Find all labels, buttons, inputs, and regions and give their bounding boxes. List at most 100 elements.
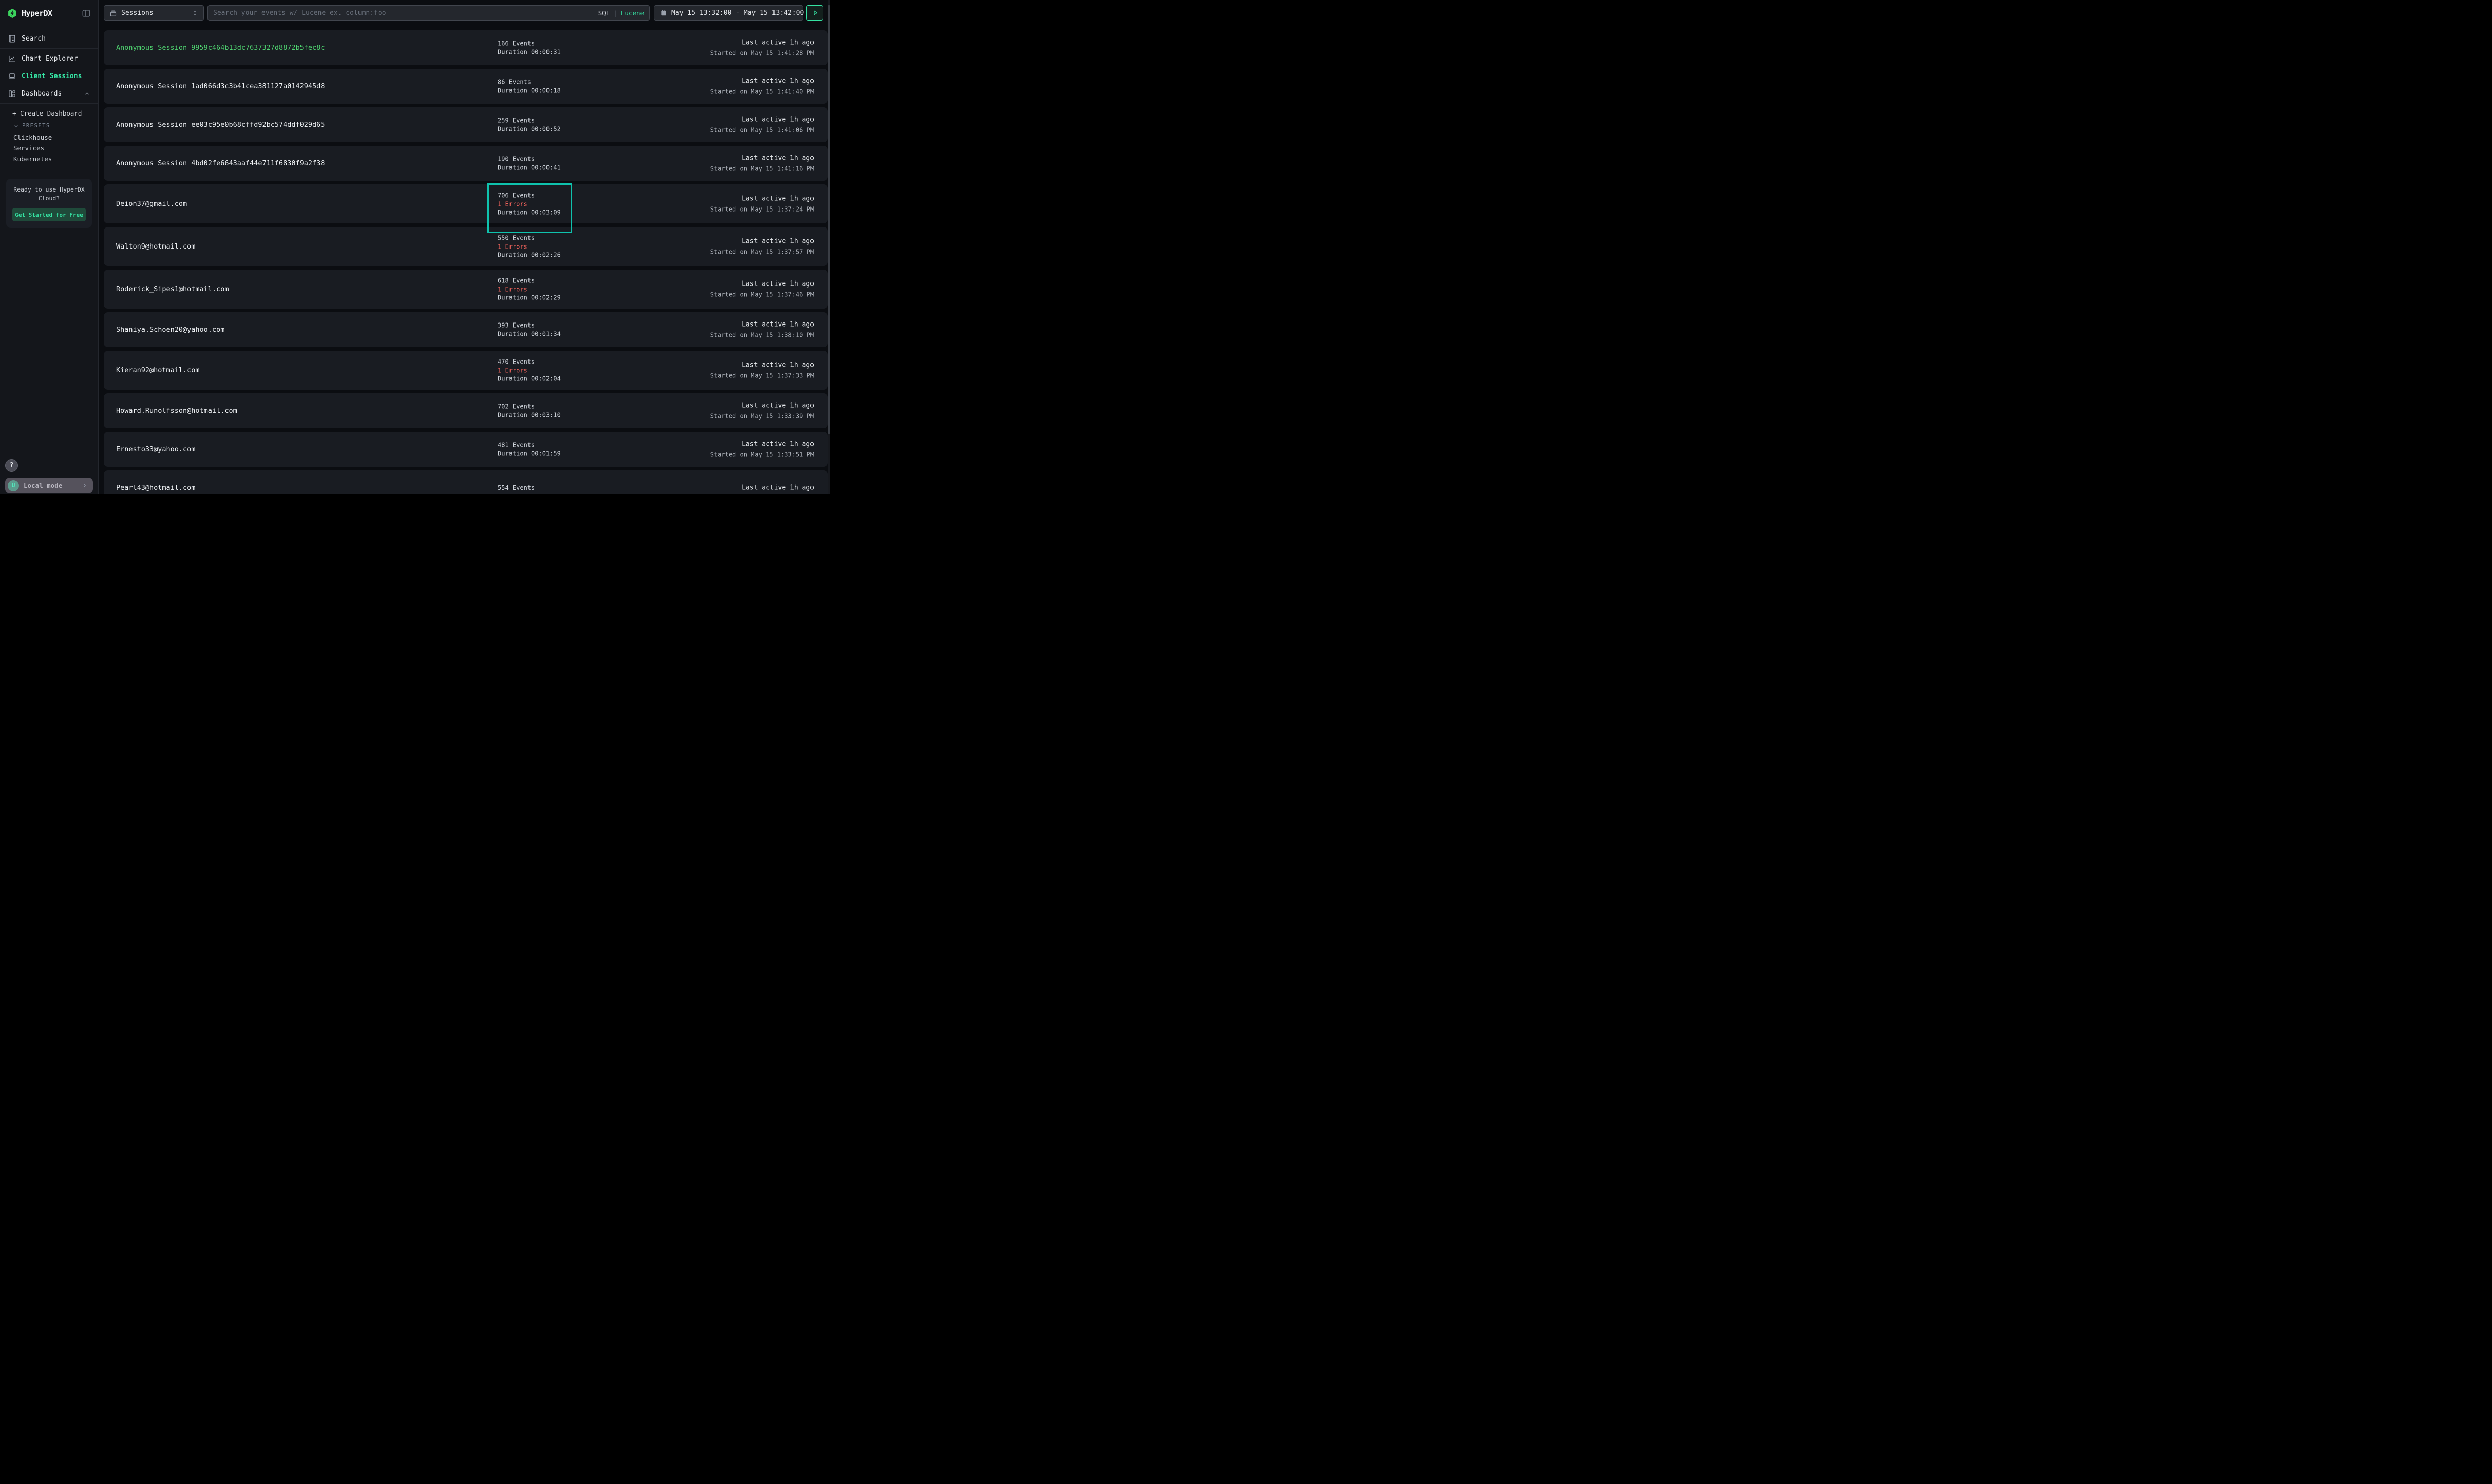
session-row[interactable]: Anonymous Session 1ad066d3c3b41cea381127…	[104, 69, 828, 104]
get-started-button[interactable]: Get Started for Free	[12, 208, 86, 221]
session-events-count: 393 Events	[498, 321, 561, 330]
session-events-count: 190 Events	[498, 155, 561, 164]
session-row[interactable]: Roderick_Sipes1@hotmail.com 618 Events 1…	[104, 270, 828, 309]
session-activity: Last active 1h ago Started on May 15 1:4…	[710, 39, 814, 57]
session-row[interactable]: Anonymous Session 9959c464b13dc7637327d8…	[104, 30, 828, 65]
session-events-count: 259 Events	[498, 117, 561, 125]
search-input[interactable]	[213, 9, 594, 17]
presets-toggle[interactable]: PRESETS	[0, 120, 98, 132]
session-duration: Duration 00:00:31	[498, 48, 561, 56]
session-events-count: 618 Events	[498, 276, 561, 285]
sidebar-item-search[interactable]: Search	[0, 30, 98, 47]
time-range-picker[interactable]: May 15 13:32:00 - May 15 13:42:00	[654, 5, 803, 21]
session-duration: Duration 00:00:41	[498, 163, 561, 172]
session-name: Kieran92@hotmail.com	[116, 366, 200, 374]
session-stats: 166 Events Duration 00:00:31	[498, 40, 561, 56]
help-button[interactable]: ?	[5, 459, 18, 472]
session-activity: Last active 1h ago Started on May 15 1:3…	[710, 402, 814, 420]
session-events-count: 554 Events	[498, 484, 535, 492]
app-screen: HyperDX Search	[0, 0, 830, 494]
session-list: Anonymous Session 9959c464b13dc7637327d8…	[104, 30, 828, 494]
local-mode-button[interactable]: U Local mode	[5, 478, 93, 493]
sql-toggle[interactable]: SQL	[598, 9, 610, 17]
session-row[interactable]: Kieran92@hotmail.com 470 Events 1 Errors…	[104, 351, 828, 390]
preset-item[interactable]: Kubernetes	[0, 154, 98, 164]
session-events-count: 550 Events	[498, 234, 561, 242]
sidebar-item-chart-explorer[interactable]: Chart Explorer	[0, 50, 98, 67]
session-name: Shaniya.Schoen20@yahoo.com	[116, 326, 224, 334]
cloud-promo-text: Ready to use HyperDX Cloud?	[12, 185, 86, 203]
sessions-source-icon	[109, 9, 117, 17]
session-started-on: Started on May 15 1:33:39 PM	[710, 413, 814, 420]
session-activity: Last active 1h ago Started on May 15 1:4…	[710, 78, 814, 96]
session-stats: 190 Events Duration 00:00:41	[498, 155, 561, 172]
session-name: Howard.Runolfsson@hotmail.com	[116, 407, 237, 415]
preset-item[interactable]: Clickhouse	[0, 132, 98, 143]
create-dashboard-button[interactable]: + Create Dashboard	[0, 107, 98, 120]
scrollbar-track[interactable]	[828, 0, 830, 494]
session-name: Pearl43@hotmail.com	[116, 484, 195, 492]
chevron-right-icon	[81, 482, 88, 489]
session-activity: Last active 1h ago Started on May 15 1:4…	[710, 116, 814, 134]
session-row[interactable]: Anonymous Session ee03c95e0b68cffd92bc57…	[104, 107, 828, 142]
session-name: Anonymous Session ee03c95e0b68cffd92bc57…	[116, 121, 325, 129]
session-stats: 393 Events Duration 00:01:34	[498, 321, 561, 338]
session-last-active: Last active 1h ago	[710, 39, 814, 47]
session-stats: 481 Events Duration 00:01:59	[498, 441, 561, 458]
session-started-on: Started on May 15 1:37:57 PM	[710, 249, 814, 256]
session-activity: Last active 1h ago	[742, 484, 814, 492]
session-errors-count: 1 Errors	[498, 200, 561, 208]
session-name: Anonymous Session 9959c464b13dc7637327d8…	[116, 44, 325, 52]
session-row[interactable]: Anonymous Session 4bd02fe6643aaf44e711f6…	[104, 146, 828, 181]
session-row[interactable]: Ernesto33@yahoo.com 481 Events Duration …	[104, 432, 828, 467]
session-last-active: Last active 1h ago	[710, 280, 814, 288]
session-activity: Last active 1h ago Started on May 15 1:3…	[710, 238, 814, 256]
toggle-divider: |	[613, 9, 617, 17]
session-name: Anonymous Session 4bd02fe6643aaf44e711f6…	[116, 159, 325, 167]
session-last-active: Last active 1h ago	[710, 116, 814, 124]
session-stats: 618 Events 1 Errors Duration 00:02:29	[498, 276, 561, 302]
user-avatar: U	[8, 480, 19, 491]
preset-item[interactable]: Services	[0, 143, 98, 154]
session-row[interactable]: Deion37@gmail.com 706 Events 1 Errors Du…	[104, 184, 828, 223]
session-row[interactable]: Howard.Runolfsson@hotmail.com 702 Events…	[104, 393, 828, 428]
session-duration: Duration 00:00:18	[498, 86, 561, 95]
scrollbar-thumb[interactable]	[828, 5, 830, 434]
session-name: Anonymous Session 1ad066d3c3b41cea381127…	[116, 82, 325, 90]
session-started-on: Started on May 15 1:38:10 PM	[710, 332, 814, 339]
session-started-on: Started on May 15 1:37:46 PM	[710, 291, 814, 298]
session-errors-count: 1 Errors	[498, 285, 561, 294]
source-select-value: Sessions	[121, 9, 154, 17]
app-title: HyperDX	[22, 9, 52, 18]
session-duration: Duration 00:03:10	[498, 411, 561, 420]
session-duration: Duration 00:01:34	[498, 330, 561, 338]
session-stats: 550 Events 1 Errors Duration 00:02:26	[498, 234, 561, 259]
sidebar-header: HyperDX	[0, 0, 98, 27]
sidebar-item-dashboards[interactable]: Dashboards	[0, 85, 98, 102]
session-activity: Last active 1h ago Started on May 15 1:3…	[710, 321, 814, 339]
session-events-count: 706 Events	[498, 191, 561, 200]
session-name: Deion37@gmail.com	[116, 200, 187, 208]
source-select[interactable]: Sessions	[104, 5, 204, 21]
session-activity: Last active 1h ago Started on May 15 1:4…	[710, 155, 814, 173]
chevron-up-icon[interactable]	[84, 90, 90, 97]
session-last-active: Last active 1h ago	[710, 78, 814, 85]
session-events-count: 702 Events	[498, 403, 561, 411]
session-duration: Duration 00:01:59	[498, 449, 561, 458]
run-query-button[interactable]	[806, 5, 823, 21]
session-activity: Last active 1h ago Started on May 15 1:3…	[710, 195, 814, 213]
session-stats: 470 Events 1 Errors Duration 00:02:04	[498, 357, 561, 383]
sidebar-collapse-icon[interactable]	[82, 9, 91, 18]
dashboards-submenu: + Create Dashboard PRESETS ClickhouseSer…	[0, 105, 98, 165]
session-name: Walton9@hotmail.com	[116, 242, 195, 251]
session-started-on: Started on May 15 1:33:51 PM	[710, 451, 814, 459]
sidebar-item-client-sessions[interactable]: Client Sessions	[0, 67, 98, 85]
lucene-toggle[interactable]: Lucene	[621, 9, 644, 17]
session-started-on: Started on May 15 1:41:28 PM	[710, 50, 814, 57]
session-row[interactable]: Shaniya.Schoen20@yahoo.com 393 Events Du…	[104, 312, 828, 347]
session-row[interactable]: Pearl43@hotmail.com 554 Events Last acti…	[104, 470, 828, 494]
sidebar-item-label: Dashboards	[22, 90, 62, 98]
session-events-count: 470 Events	[498, 357, 561, 366]
laptop-icon	[8, 72, 16, 81]
session-row[interactable]: Walton9@hotmail.com 550 Events 1 Errors …	[104, 227, 828, 266]
